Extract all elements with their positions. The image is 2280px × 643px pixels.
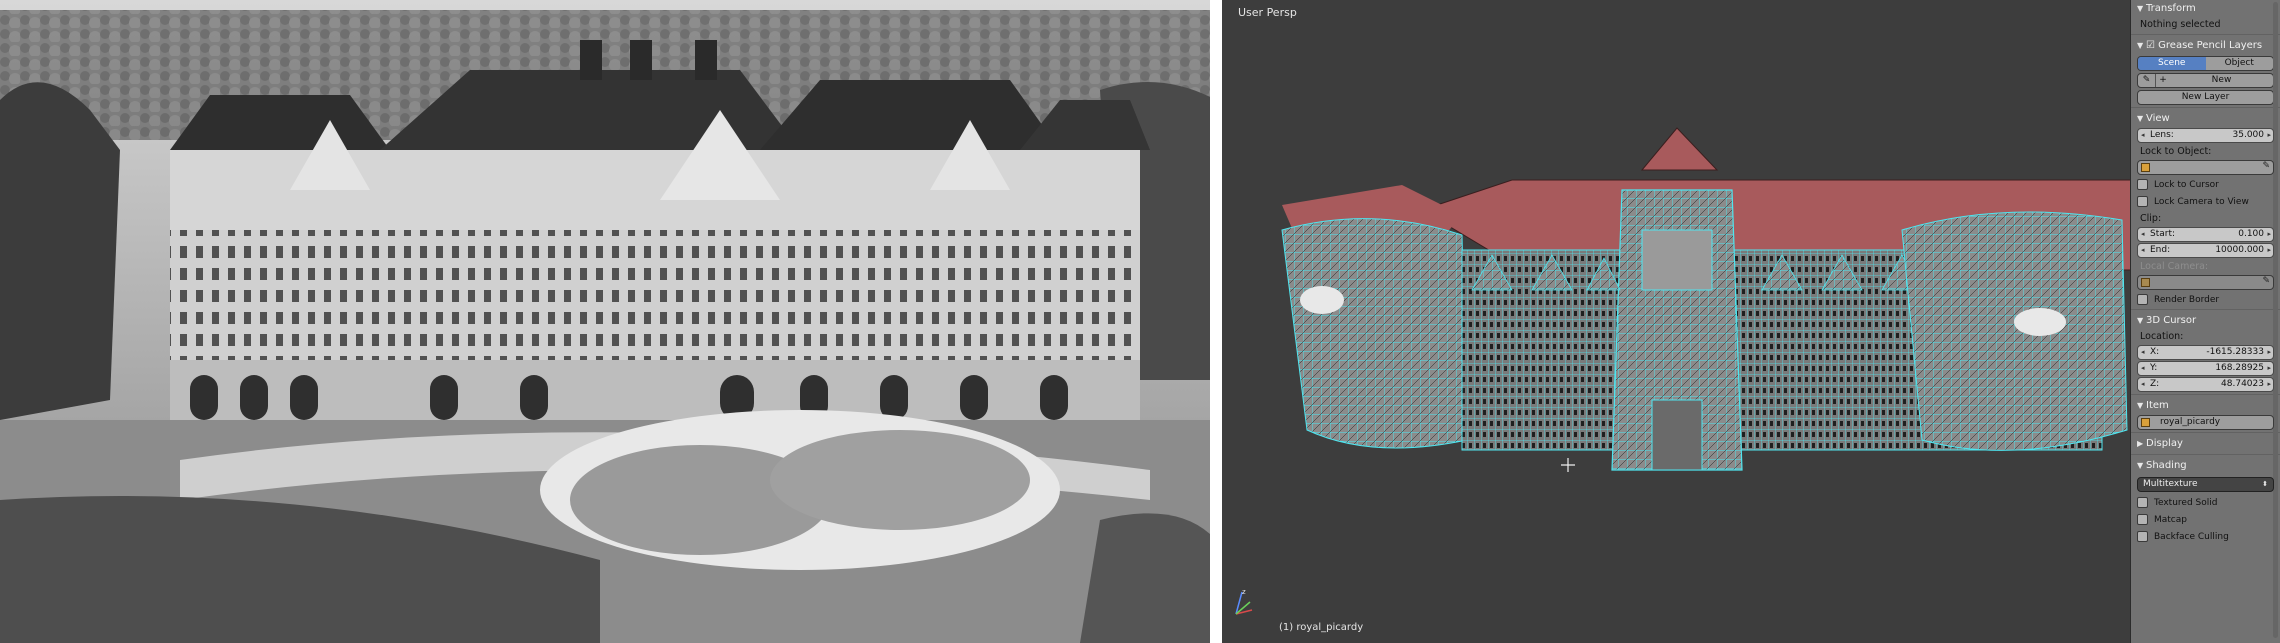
transform-status: Nothing selected [2140,19,2221,30]
object-cube-icon [2141,163,2150,172]
divider [2131,34,2280,35]
textured-solid-row[interactable]: Textured Solid [2137,495,2274,510]
expanded-icon: ▼ [2137,401,2144,410]
decrement-arrow-icon[interactable]: ◂ [2141,129,2145,142]
decrement-arrow-icon[interactable]: ◂ [2141,346,2145,359]
expanded-icon: ▼ [2137,41,2144,50]
increment-arrow-icon[interactable]: ▸ [2267,244,2271,257]
display-header[interactable]: ▶ Display [2131,435,2280,452]
shading-mode-dropdown[interactable]: Multitexture ⬍ [2137,477,2274,492]
matcap-checkbox[interactable] [2137,514,2148,525]
expanded-icon: ▼ [2137,461,2144,470]
decrement-arrow-icon[interactable]: ◂ [2141,362,2145,375]
new-grease-pencil-button[interactable]: ✎ + New [2137,73,2274,88]
lock-camera-checkbox[interactable] [2137,196,2148,207]
clip-label: Clip: [2140,213,2162,224]
properties-panel: ▼ Transform Nothing selected ▼ ☑ Grease Pe… [2130,0,2280,643]
textured-solid-checkbox[interactable] [2137,497,2148,508]
camera-object-icon [2141,278,2150,287]
add-icon: + [2159,75,2167,85]
divider [2131,309,2280,310]
decrement-arrow-icon[interactable]: ◂ [2141,228,2145,241]
panel-scrollbar[interactable] [2273,2,2278,638]
lock-to-cursor-row[interactable]: Lock to Cursor [2137,177,2274,192]
location-label: Location: [2140,331,2184,342]
divider [2131,107,2280,108]
3d-viewport[interactable]: User Persp z (1) royal_picardy [1222,0,2130,643]
render-border-checkbox[interactable] [2137,294,2148,305]
shading-header[interactable]: ▼ Shading [2131,457,2280,474]
grease-pencil-header[interactable]: ▼ ☑ Grease Pencil Layers [2131,37,2280,54]
backface-culling-checkbox[interactable] [2137,531,2148,542]
photo-illustration [0,0,1210,643]
expanded-icon: ▼ [2137,316,2144,325]
active-object-label: (1) royal_picardy [1279,622,1364,633]
increment-arrow-icon[interactable]: ▸ [2267,378,2271,391]
increment-arrow-icon[interactable]: ▸ [2267,228,2271,241]
new-layer-button[interactable]: New Layer [2137,90,2274,105]
view-header[interactable]: ▼ View [2131,110,2280,127]
clip-start-field[interactable]: ◂ Start: 0.100 ▸ [2137,227,2274,242]
lock-camera-row[interactable]: Lock Camera to View [2137,194,2274,209]
eyedropper-icon[interactable]: ✎ [2262,161,2270,171]
eyedropper-icon[interactable]: ✎ [2262,276,2270,286]
local-camera-picker[interactable]: ✎ [2137,275,2274,290]
dropdown-arrows-icon: ⬍ [2262,480,2268,488]
3d-cursor-header[interactable]: ▼ 3D Cursor [2131,312,2280,329]
cursor-x-field[interactable]: ◂ X: -1615.28333 ▸ [2137,345,2274,360]
3d-cursor-icon[interactable] [1561,458,1575,472]
reference-photo [0,0,1216,643]
transform-header[interactable]: ▼ Transform [2131,0,2280,17]
backface-culling-row[interactable]: Backface Culling [2137,529,2274,544]
divider [2131,432,2280,433]
clip-end-field[interactable]: ◂ End: 10000.000 ▸ [2137,243,2274,258]
tab-object[interactable]: Object [2205,57,2273,70]
expanded-icon: ▼ [2137,114,2144,123]
decrement-arrow-icon[interactable]: ◂ [2141,244,2145,257]
tab-scene[interactable]: Scene [2138,57,2206,70]
increment-arrow-icon[interactable]: ▸ [2267,129,2271,142]
grease-pencil-source-toggle: Scene Object [2137,56,2274,71]
screen: User Persp z (1) royal_picardy ▼ Transfo… [0,0,2280,643]
enable-checkbox-icon[interactable]: ☑ [2146,40,2158,51]
increment-arrow-icon[interactable]: ▸ [2267,346,2271,359]
divider [2131,454,2280,455]
lens-field[interactable]: ◂ Lens: 35.000 ▸ [2137,128,2274,143]
lock-to-cursor-checkbox[interactable] [2137,179,2148,190]
increment-arrow-icon[interactable]: ▸ [2267,362,2271,375]
cursor-z-field[interactable]: ◂ Z: 48.74023 ▸ [2137,377,2274,392]
object-cube-icon [2141,418,2150,427]
collapsed-icon: ▶ [2137,439,2144,448]
local-camera-label: Local Camera: [2140,261,2209,272]
divider [2131,394,2280,395]
render-border-row[interactable]: Render Border [2137,292,2274,307]
castle-model[interactable] [1222,0,2130,643]
expanded-icon: ▼ [2137,4,2144,13]
item-name-field[interactable]: royal_picardy [2137,415,2274,430]
lock-to-object-label: Lock to Object: [2140,146,2212,157]
axis-gizmo-icon: z [1235,588,1253,615]
lock-object-picker[interactable]: ✎ [2137,160,2274,175]
matcap-row[interactable]: Matcap [2137,512,2274,527]
svg-text:z: z [1242,588,1246,596]
pencil-icon: ✎ [2138,74,2156,87]
item-header[interactable]: ▼ Item [2131,397,2280,414]
cursor-y-field[interactable]: ◂ Y: 168.28925 ▸ [2137,361,2274,376]
decrement-arrow-icon[interactable]: ◂ [2141,378,2145,391]
